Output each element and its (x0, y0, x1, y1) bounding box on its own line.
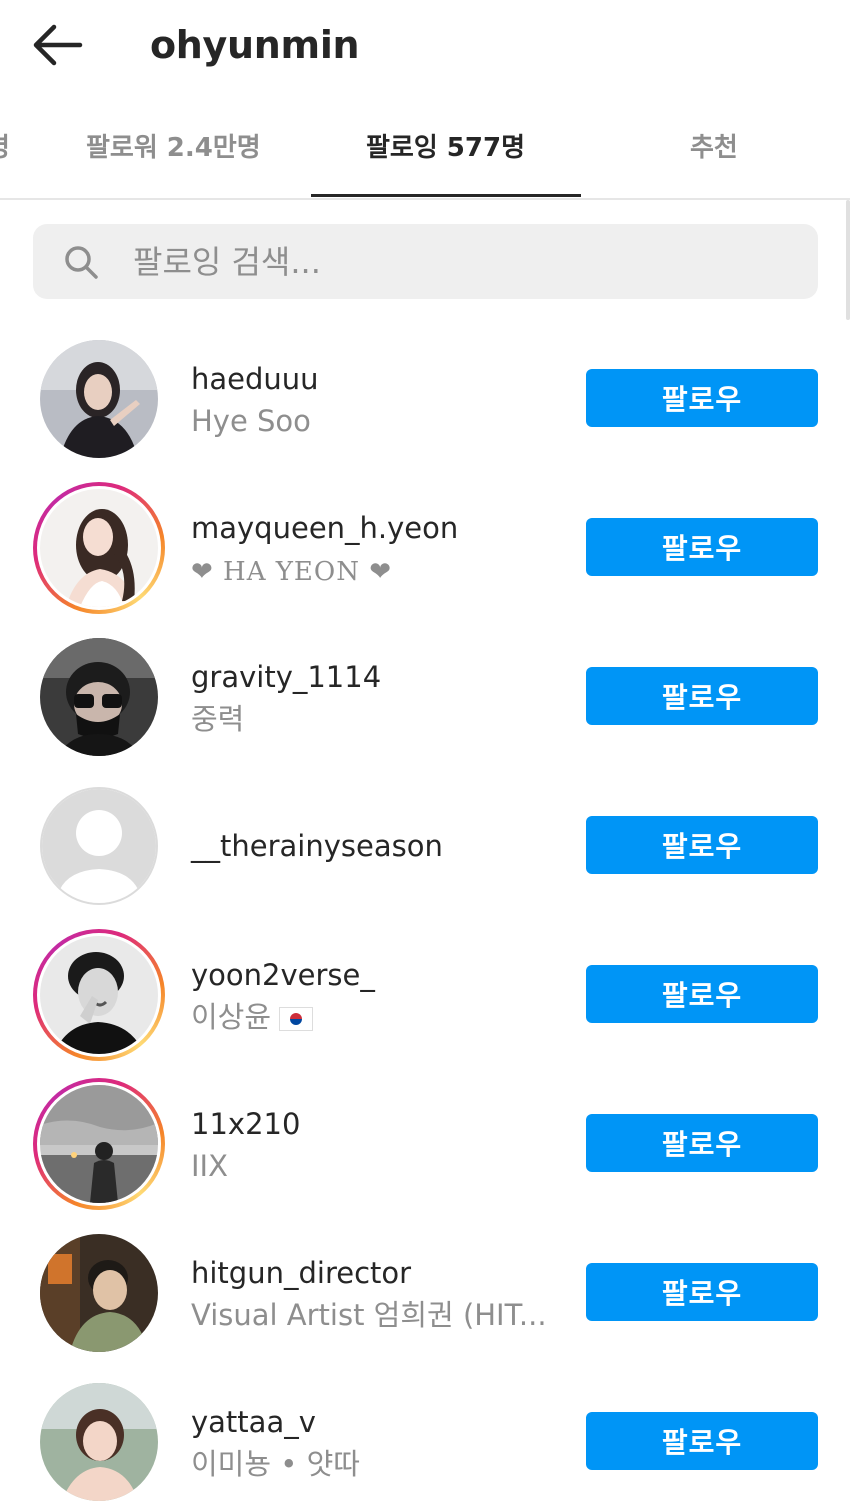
follow-button[interactable]: 팔로우 (586, 965, 818, 1023)
avatar[interactable] (40, 1234, 158, 1352)
follow-button[interactable]: 팔로우 (586, 1412, 818, 1470)
full-name: 이미뇽 • 얏따 (191, 1447, 360, 1481)
username[interactable]: 11x210 (191, 1105, 300, 1143)
full-name-text: 이상윤 (191, 1000, 272, 1034)
avatar[interactable] (40, 1383, 158, 1501)
full-name: IIX (191, 1149, 228, 1183)
search-input[interactable] (133, 224, 773, 299)
profile-username-title: ohyunmin (150, 23, 360, 67)
full-name: 이상윤 (191, 998, 314, 1036)
list-item[interactable]: yoon2verse_ 이상윤 팔로우 (0, 916, 850, 1065)
follow-button[interactable]: 팔로우 (586, 1114, 818, 1172)
back-button[interactable] (30, 22, 86, 68)
full-name: ❤ HA YEON ❤ (191, 557, 393, 587)
avatar[interactable] (40, 489, 158, 607)
list-item[interactable]: gravity_1114 중력 팔로우 (0, 618, 850, 767)
list-item[interactable]: hitgun_director Visual Artist 엄희권 (HIT..… (0, 1214, 850, 1363)
username[interactable]: yoon2verse_ (191, 956, 375, 994)
follow-button[interactable]: 팔로우 (586, 369, 818, 427)
tab-followers[interactable]: 팔로워 2.4만명 (86, 131, 261, 165)
scrollbar[interactable] (846, 200, 850, 320)
back-arrow-icon (33, 24, 83, 66)
follow-button[interactable]: 팔로우 (586, 667, 818, 725)
avatar[interactable] (40, 936, 158, 1054)
avatar[interactable] (40, 1085, 158, 1203)
username[interactable]: mayqueen_h.yeon (191, 509, 458, 547)
default-avatar-icon[interactable] (40, 787, 158, 905)
list-item[interactable]: 11x210 IIX 팔로우 (0, 1065, 850, 1214)
follow-button[interactable]: 팔로우 (586, 1263, 818, 1321)
search-bar[interactable] (33, 224, 818, 299)
top-bar: ohyunmin (0, 0, 850, 95)
username[interactable]: yattaa_v (191, 1403, 316, 1441)
list-item[interactable]: yattaa_v 이미뇽 • 얏따 팔로우 (0, 1363, 850, 1512)
list-item[interactable]: haeduuu Hye Soo 팔로우 (0, 320, 850, 469)
full-name: Hye Soo (191, 404, 311, 438)
tab-mutual[interactable]: 명 (0, 131, 10, 165)
username[interactable]: hitgun_director (191, 1254, 411, 1292)
username[interactable]: haeduuu (191, 360, 319, 398)
search-icon (65, 246, 98, 279)
follow-button[interactable]: 팔로우 (586, 518, 818, 576)
avatar[interactable] (40, 638, 158, 756)
full-name: Visual Artist 엄희권 (HIT... (191, 1298, 547, 1332)
follow-tabs: 명 팔로워 2.4만명 팔로잉 577명 추천 (0, 95, 850, 200)
active-tab-indicator (311, 194, 581, 197)
avatar[interactable] (40, 340, 158, 458)
korea-flag-icon (279, 1007, 314, 1031)
follow-button[interactable]: 팔로우 (586, 816, 818, 874)
list-item[interactable]: __therainyseason 팔로우 (0, 767, 850, 916)
tab-suggested[interactable]: 추천 (690, 131, 738, 165)
full-name: 중력 (191, 702, 245, 736)
tab-following[interactable]: 팔로잉 577명 (366, 131, 525, 165)
username[interactable]: __therainyseason (191, 827, 443, 865)
list-item[interactable]: mayqueen_h.yeon ❤ HA YEON ❤ 팔로우 (0, 469, 850, 618)
username[interactable]: gravity_1114 (191, 658, 381, 696)
